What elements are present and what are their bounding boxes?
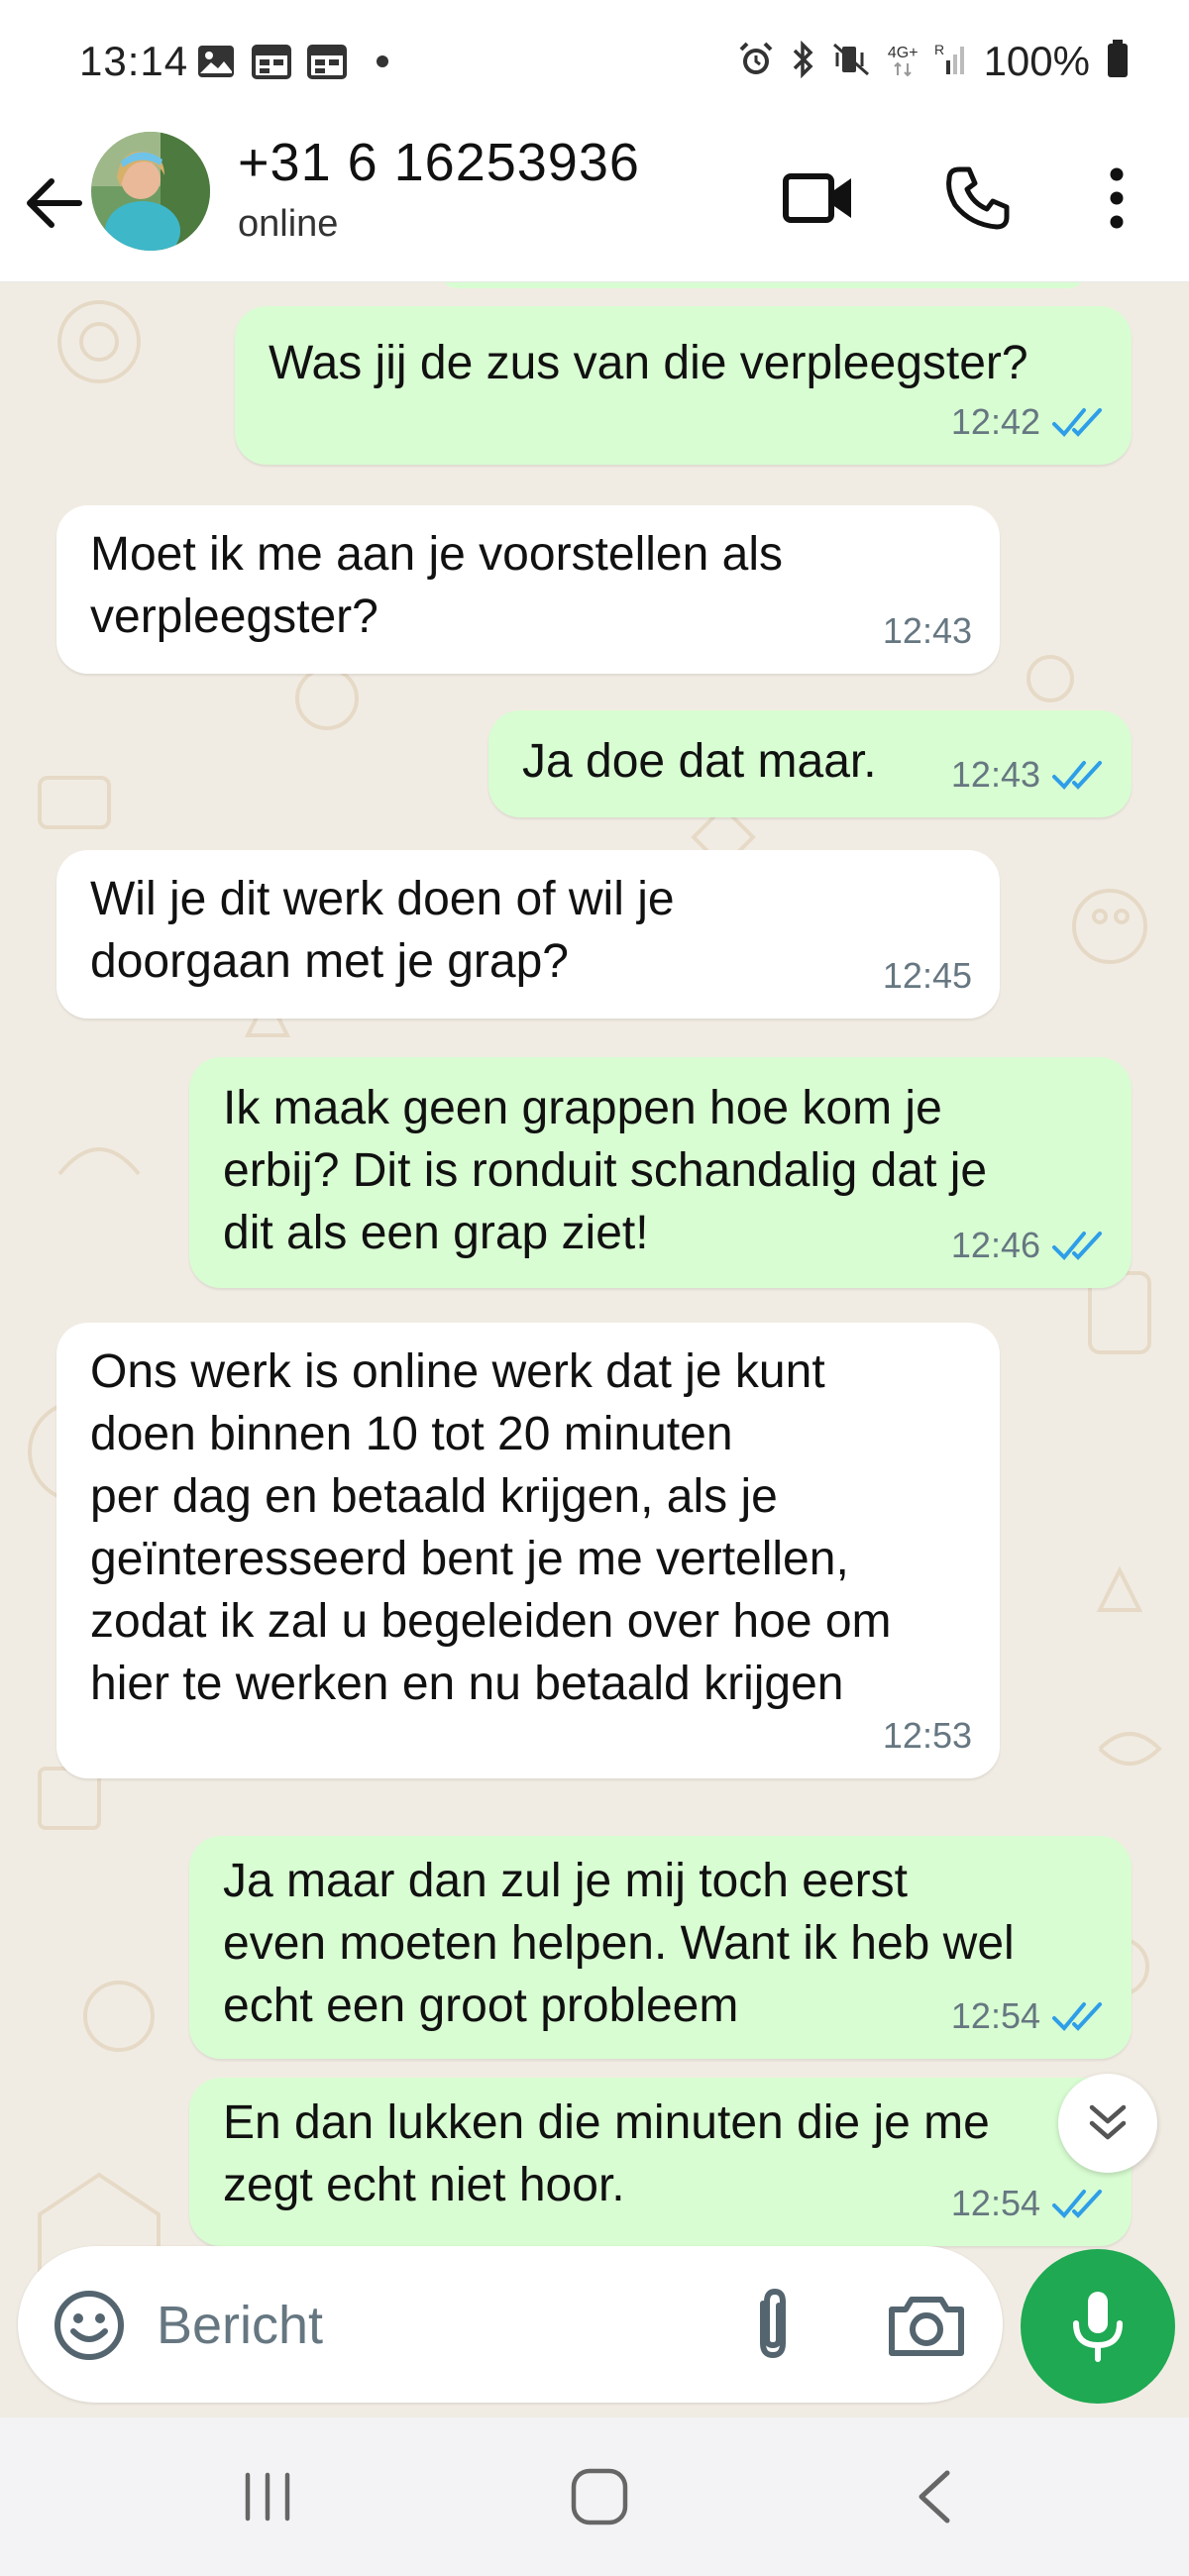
message-meta: 12:54 <box>951 2172 1104 2234</box>
attach-icon <box>760 2288 786 2359</box>
emoji-button[interactable] <box>50 2286 129 2365</box>
message-time: 12:54 <box>950 2183 1040 2223</box>
read-ticks-icon <box>1052 760 1102 790</box>
home-button[interactable] <box>555 2457 644 2536</box>
emoji-icon <box>54 2291 124 2360</box>
video-call-button[interactable] <box>775 154 864 243</box>
message-time: 12:43 <box>882 610 972 651</box>
message-time: 12:42 <box>950 401 1040 442</box>
contact-name[interactable]: +31 6 16253936 <box>238 132 640 193</box>
message-text: Ik maak geen grappen hoe kom je erbij? D… <box>223 1082 988 1259</box>
read-ticks-icon <box>1052 1231 1102 1260</box>
message-meta: 12:45 <box>883 944 972 1007</box>
message-outgoing[interactable]: Was jij de zus van die verpleegster? 12:… <box>235 306 1132 465</box>
message-input[interactable] <box>157 2276 711 2375</box>
message-incoming[interactable]: Moet ik me aan je voorstellen als verple… <box>56 505 1000 674</box>
read-ticks-icon <box>1052 2001 1102 2031</box>
calendar-icon <box>307 44 347 79</box>
bluetooth-icon <box>791 40 816 83</box>
back-nav-button[interactable] <box>890 2457 979 2536</box>
message-text: Moet ik me aan je voorstellen als verple… <box>90 528 783 643</box>
previous-message-edge <box>441 282 1085 288</box>
message-text: Ja maar dan zul je mij toch eerst even m… <box>223 1855 1015 2032</box>
back-button[interactable] <box>22 163 91 243</box>
svg-text:R: R <box>934 42 944 57</box>
double-chevron-down-icon <box>1089 2104 1127 2140</box>
voice-call-button[interactable] <box>933 154 1023 243</box>
message-text: Ja doe dat maar. <box>522 735 877 788</box>
message-time: 12:53 <box>882 1715 972 1756</box>
scroll-to-bottom-button[interactable] <box>1058 2074 1157 2173</box>
back-arrow-icon <box>27 178 82 228</box>
chat-header: +31 6 16253936 online <box>0 124 1189 282</box>
message-outgoing[interactable]: En dan lukken die minuten die je me zegt… <box>189 2078 1132 2246</box>
notification-icons <box>196 44 388 79</box>
more-options-button[interactable] <box>1072 154 1161 243</box>
battery-percent: 100% <box>983 38 1090 84</box>
voice-record-button[interactable] <box>1021 2249 1175 2404</box>
message-incoming[interactable]: Ons werk is online werk dat je kunt doen… <box>56 1323 1000 1778</box>
alarm-icon <box>737 41 775 83</box>
back-icon <box>919 2470 950 2523</box>
avatar[interactable] <box>91 132 210 251</box>
message-list[interactable]: Was jij de zus van die verpleegster? 12:… <box>0 282 1189 2417</box>
contact-status: online <box>238 203 339 245</box>
message-outgoing[interactable]: Ik maak geen grappen hoe kom je erbij? D… <box>189 1057 1132 1288</box>
message-text: Was jij de zus van die verpleegster? <box>269 337 1028 389</box>
message-time: 12:46 <box>950 1225 1040 1265</box>
home-icon <box>571 2468 628 2525</box>
more-vert-icon <box>1110 167 1124 229</box>
signal-icon: R <box>934 41 968 83</box>
recents-button[interactable] <box>223 2457 312 2536</box>
message-text: En dan lukken die minuten die je me zegt… <box>223 2096 990 2211</box>
battery-icon <box>1106 39 1130 84</box>
attach-button[interactable] <box>733 2284 812 2367</box>
message-outgoing[interactable]: Ja maar dan zul je mij toch eerst even m… <box>189 1836 1132 2059</box>
system-navigation-bar <box>0 2417 1189 2576</box>
message-meta: 12:43 <box>951 743 1104 805</box>
calendar-icon <box>252 44 291 79</box>
message-time: 12:54 <box>950 1995 1040 2036</box>
message-incoming[interactable]: Wil je dit werk doen of wil je doorgaan … <box>56 850 1000 1019</box>
system-icons: 4G+ R 100% <box>737 38 1130 85</box>
camera-icon <box>889 2297 964 2356</box>
more-notifications-dot <box>377 55 388 67</box>
vibrate-icon <box>832 41 872 83</box>
message-time: 12:43 <box>950 754 1040 795</box>
message-meta: 12:53 <box>883 1704 972 1767</box>
message-meta: 12:54 <box>951 1985 1104 2047</box>
recents-icon <box>245 2472 290 2522</box>
composer <box>18 2246 1003 2403</box>
status-bar: 13:14 4G+ R 100% <box>0 0 1189 124</box>
video-call-icon <box>783 173 851 223</box>
network-4g-icon: 4G+ <box>888 46 919 77</box>
message-meta: 12:43 <box>883 599 972 662</box>
camera-button[interactable] <box>882 2284 971 2367</box>
message-text: Ons werk is online werk dat je kunt doen… <box>90 1345 892 1710</box>
mic-icon <box>1073 2292 1123 2362</box>
read-ticks-icon <box>1052 407 1102 437</box>
profile-photo-icon <box>91 132 210 251</box>
status-time: 13:14 <box>79 38 189 84</box>
gallery-icon <box>196 44 236 79</box>
message-text: Wil je dit werk doen of wil je doorgaan … <box>90 873 675 988</box>
message-meta: 12:46 <box>951 1214 1104 1276</box>
read-ticks-icon <box>1052 2189 1102 2218</box>
network-label: 4G+ <box>887 45 919 61</box>
message-meta: 12:42 <box>951 390 1104 453</box>
message-time: 12:45 <box>882 955 972 996</box>
message-outgoing[interactable]: Ja doe dat maar. 12:43 <box>488 710 1132 817</box>
phone-icon <box>946 166 1010 230</box>
